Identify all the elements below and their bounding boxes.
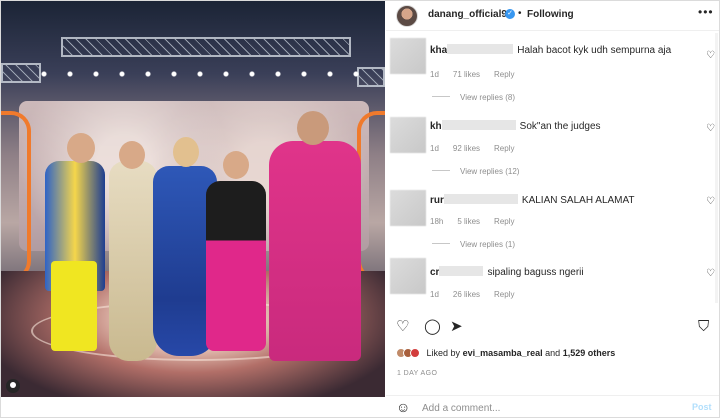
comment-likes[interactable]: 92 likes [453,144,480,153]
bookmark-icon[interactable]: ⛉ [698,319,709,335]
user-tag-icon[interactable] [6,379,20,393]
person-4-head [223,151,249,179]
stage-arch-left [1,111,31,281]
avatar[interactable] [396,5,418,27]
others-count[interactable]: 1,529 others [563,348,616,358]
view-replies-button[interactable]: View replies (1) [432,240,515,249]
comment-body: KALIAN SALAH ALAMAT [521,195,635,206]
liker-avatar [410,348,420,358]
reply-button[interactable]: Reply [494,217,514,226]
redacted-username [447,44,514,54]
comment-body: Sok"an the judges [519,121,601,132]
comment-text: cr sipaling baguss ngerii [430,266,584,278]
more-icon[interactable]: ••• [698,5,714,19]
view-replies-button[interactable]: View replies (12) [432,167,519,176]
heart-icon[interactable]: ♡ [706,196,715,207]
separator-dot: • [518,8,522,19]
redacted-username [443,194,518,204]
comment-username[interactable]: kh [430,121,442,132]
likes-summary: Liked by evi_masamba_real and 1,529 othe… [396,348,615,358]
comment-age: 1d [430,290,439,299]
comment-meta: 1d 26 likes Reply [430,290,528,299]
stage-truss [61,37,351,57]
comment-avatar[interactable] [390,38,426,74]
heart-icon[interactable]: ♡ [396,319,409,335]
reply-button[interactable]: Reply [494,290,514,299]
comment-username[interactable]: kha [430,45,447,56]
person-4 [206,181,266,351]
post-photo[interactable] [1,1,385,404]
photo-bottom-strip [1,397,385,404]
comment-meta: 1d 71 likes Reply [430,70,528,79]
comment-age: 1d [430,70,439,79]
stage-arch-right [357,111,385,281]
comment-text: kha Halah bacot kyk udh sempurna aja [430,44,671,56]
comment-text: kh Sok"an the judges [430,120,601,132]
comment-avatar[interactable] [390,117,426,153]
comment-body: Halah bacot kyk udh sempurna aja [517,45,672,56]
heart-icon[interactable]: ♡ [706,50,715,61]
liked-by-label: Liked by [426,348,461,358]
person-1-head [67,133,95,163]
comment-text: rur KALIAN SALAH ALAMAT [430,194,635,206]
comment-list[interactable]: kha Halah bacot kyk udh sempurna aja 1d 71… [386,32,719,307]
comment-input[interactable] [422,401,672,415]
comment-avatar[interactable] [390,258,426,294]
person-2 [109,161,157,361]
action-bar: ♡ ◯ ➤ ⛉ [386,311,719,341]
comment-age: 18h [430,217,444,226]
comments-scrollbar[interactable] [715,33,718,303]
post-panel: danang_official91 ✓ • Following ••• kha H… [386,1,719,417]
username[interactable]: danang_official91 [428,9,512,20]
share-icon[interactable]: ➤ [450,319,463,335]
comment-avatar[interactable] [390,190,426,226]
redacted-username [441,120,516,130]
comment-body: sipaling baguss ngerii [487,267,584,278]
heart-icon[interactable]: ♡ [706,268,715,279]
comment-username[interactable]: rur [430,195,444,206]
and-label: and [545,348,561,358]
comment-age: 1d [430,144,439,153]
comment-icon[interactable]: ◯ [424,319,441,335]
post-header: danang_official91 ✓ • Following ••• [386,1,719,31]
reply-button[interactable]: Reply [494,70,514,79]
redacted-username [439,266,484,276]
stage-lights [31,69,371,79]
comment-composer: ☺ Post [386,395,719,417]
person-5-head [297,111,329,145]
comment-meta: 18h 5 likes Reply [430,217,529,226]
post-date[interactable]: 1 DAY AGO [397,370,437,377]
comment-likes[interactable]: 71 likes [453,70,480,79]
verified-icon: ✓ [505,9,515,19]
reply-button[interactable]: Reply [494,144,514,153]
heart-icon[interactable]: ♡ [706,123,715,134]
emoji-icon[interactable]: ☺ [396,400,410,414]
comment-meta: 1d 92 likes Reply [430,144,528,153]
view-replies-button[interactable]: View replies (8) [432,93,515,102]
liked-by-user[interactable]: evi_masamba_real [463,348,543,358]
post-button[interactable]: Post [692,402,712,412]
comment-likes[interactable]: 5 likes [457,217,480,226]
person-3-head [173,137,199,167]
person-2-head [119,141,145,169]
person-5 [269,141,361,361]
person-1-legs [51,261,97,351]
comment-likes[interactable]: 26 likes [453,290,480,299]
comment-username[interactable]: cr [430,267,439,278]
following-button[interactable]: Following [527,9,574,20]
